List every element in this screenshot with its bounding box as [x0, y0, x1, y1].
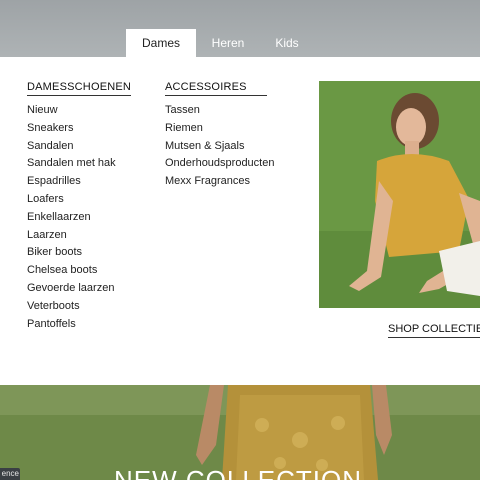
menu-link[interactable]: Sandalen met hak: [27, 155, 131, 173]
menu-link[interactable]: Enkellaarzen: [27, 209, 131, 227]
menu-link[interactable]: Mexx Fragrances: [165, 173, 274, 191]
menu-link[interactable]: Veterboots: [27, 298, 131, 316]
shoes-link-list: Nieuw Sneakers Sandalen Sandalen met hak…: [27, 102, 131, 333]
menu-link[interactable]: Pantoffels: [27, 316, 131, 334]
menu-link[interactable]: Gevoerde laarzen: [27, 280, 131, 298]
column-heading-accessories: ACCESSOIRES: [165, 81, 267, 96]
menu-link[interactable]: Tassen: [165, 102, 274, 120]
menu-link[interactable]: Mutsen & Sjaals: [165, 138, 274, 156]
promo-photo[interactable]: [319, 81, 480, 308]
menu-link[interactable]: Sneakers: [27, 120, 131, 138]
accessories-link-list: Tassen Riemen Mutsen & Sjaals Onderhouds…: [165, 102, 274, 191]
tab-heren[interactable]: Heren: [196, 29, 260, 57]
menu-link[interactable]: Riemen: [165, 120, 274, 138]
menu-link[interactable]: Biker boots: [27, 244, 131, 262]
hero-banner: NEW COLLECTION: [0, 385, 480, 480]
menu-column-shoes: DAMESSCHOENEN Nieuw Sneakers Sandalen Sa…: [27, 77, 132, 333]
promo-photo-illustration: [319, 81, 480, 308]
menu-link[interactable]: Espadrilles: [27, 173, 131, 191]
menu-link[interactable]: Nieuw: [27, 102, 131, 120]
mega-menu-panel: DAMESSCHOENEN Nieuw Sneakers Sandalen Sa…: [0, 57, 480, 385]
menu-link[interactable]: Onderhoudsproducten: [165, 155, 274, 173]
shop-collection-link[interactable]: SHOP COLLECTIE: [388, 323, 480, 338]
menu-column-accessories: ACCESSOIRES Tassen Riemen Mutsen & Sjaal…: [165, 77, 274, 191]
menu-link[interactable]: Laarzen: [27, 227, 131, 245]
tab-dames[interactable]: Dames: [126, 29, 196, 57]
column-heading-shoes: DAMESSCHOENEN: [27, 81, 132, 96]
hero-title: NEW COLLECTION: [114, 465, 363, 480]
menu-link[interactable]: Sandalen: [27, 138, 131, 156]
corner-badge[interactable]: ence: [0, 468, 20, 480]
gender-tabs: Dames Heren Kids: [126, 29, 314, 57]
menu-link[interactable]: Loafers: [27, 191, 131, 209]
menu-link[interactable]: Chelsea boots: [27, 262, 131, 280]
tab-kids[interactable]: Kids: [260, 29, 314, 57]
